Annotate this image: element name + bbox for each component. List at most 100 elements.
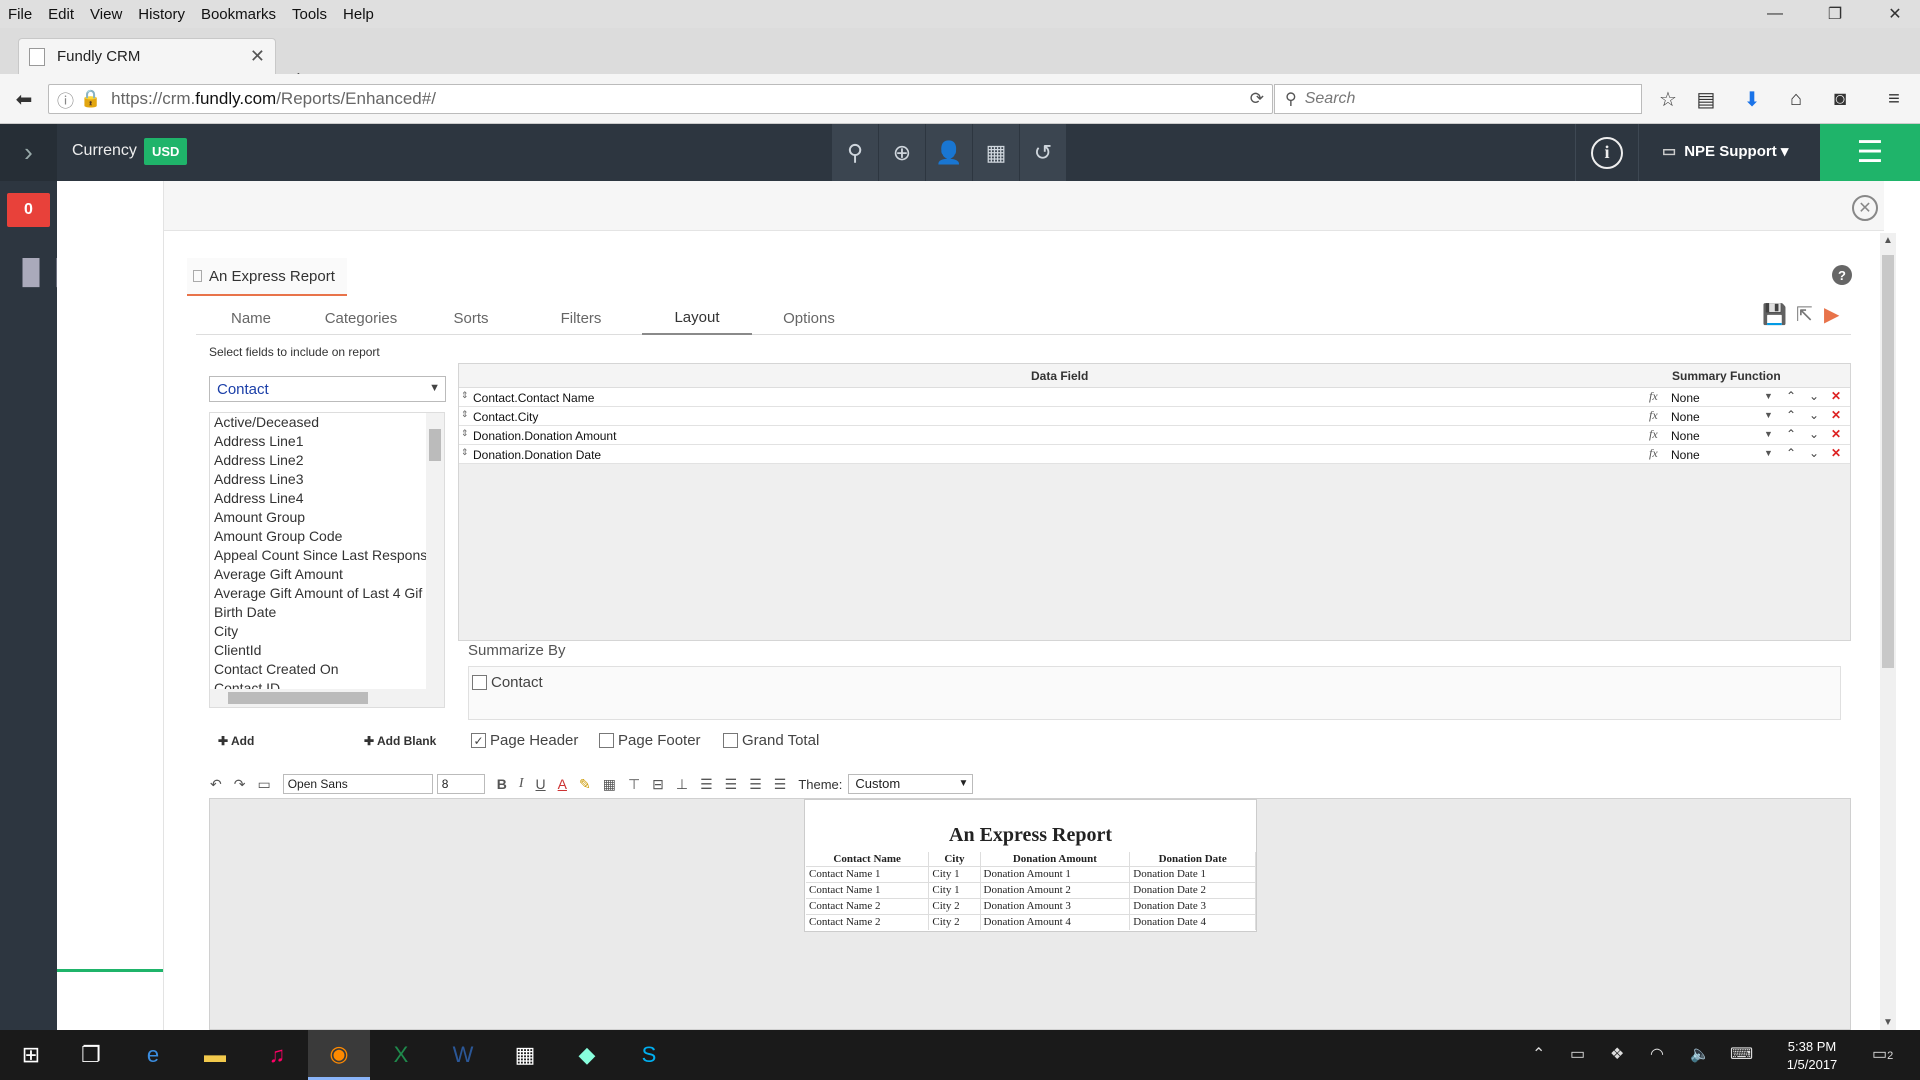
- list-item[interactable]: City: [210, 622, 428, 641]
- history-icon[interactable]: ↺: [1020, 124, 1067, 181]
- formula-icon[interactable]: fx: [1649, 389, 1658, 404]
- menu-edit[interactable]: Edit: [40, 6, 82, 23]
- list-item[interactable]: Average Gift Amount: [210, 565, 428, 584]
- justify-icon[interactable]: ☰: [774, 776, 787, 793]
- delete-icon[interactable]: ✕: [1831, 446, 1841, 460]
- drag-handle-icon[interactable]: ⇕: [461, 428, 469, 439]
- user-menu[interactable]: ▭ NPE Support ▾: [1662, 142, 1788, 160]
- summary-select[interactable]: None: [1671, 391, 1700, 405]
- home-icon[interactable]: ⌂: [1780, 83, 1812, 115]
- sticky-app-icon[interactable]: ◆: [556, 1030, 618, 1080]
- layout-icon[interactable]: ▭: [257, 776, 270, 793]
- move-up-icon[interactable]: ⌃: [1786, 427, 1796, 441]
- delete-icon[interactable]: ✕: [1831, 408, 1841, 422]
- drag-handle-icon[interactable]: ⇕: [461, 409, 469, 420]
- page-footer-checkbox[interactable]: Page Footer: [599, 732, 701, 749]
- bookmark-star-icon[interactable]: ☆: [1652, 83, 1684, 115]
- user-icon[interactable]: 👤: [926, 124, 973, 181]
- table-row[interactable]: ⇕ Contact.City fx None ▼ ⌃ ⌄ ✕: [459, 407, 1850, 426]
- tab-name[interactable]: Name: [196, 302, 306, 335]
- file-explorer-icon[interactable]: ▬: [184, 1030, 246, 1080]
- field-list[interactable]: Active/Deceased Address Line1 Address Li…: [209, 412, 445, 708]
- underline-icon[interactable]: U: [536, 776, 546, 792]
- word-icon[interactable]: W: [432, 1030, 494, 1080]
- list-item[interactable]: Amount Group: [210, 508, 428, 527]
- restore-button[interactable]: ❐: [1812, 0, 1858, 28]
- start-icon[interactable]: ⊞: [0, 1030, 62, 1080]
- menu-tools[interactable]: Tools: [284, 6, 335, 23]
- close-dialog-icon[interactable]: ✕: [1852, 195, 1878, 221]
- list-item[interactable]: ClientId: [210, 641, 428, 660]
- tab-categories[interactable]: Categories: [306, 302, 416, 335]
- field-group-select[interactable]: Contact ▼: [209, 376, 446, 402]
- browser-tab[interactable]: Fundly CRM ✕: [18, 38, 276, 74]
- export-icon[interactable]: ⇱: [1796, 302, 1813, 327]
- table-row[interactable]: ⇕ Donation.Donation Date fx None ▼ ⌃ ⌄ ✕: [459, 445, 1850, 464]
- tab-options[interactable]: Options: [754, 302, 864, 335]
- pocket-icon[interactable]: ◙: [1824, 83, 1856, 115]
- summary-select[interactable]: None: [1671, 429, 1700, 443]
- battery-icon[interactable]: ▭: [1570, 1044, 1585, 1064]
- reload-icon[interactable]: ⟳: [1250, 89, 1264, 109]
- hamburger-menu-icon[interactable]: ☰: [1820, 124, 1920, 181]
- drag-handle-icon[interactable]: ⇕: [461, 390, 469, 401]
- grand-total-checkbox[interactable]: Grand Total: [723, 732, 819, 749]
- skype-icon[interactable]: S: [618, 1030, 680, 1080]
- reading-list-icon[interactable]: ▤: [1690, 83, 1722, 115]
- report-preview-canvas[interactable]: An Express Report Contact Name City Dona…: [209, 798, 1851, 1030]
- delete-icon[interactable]: ✕: [1831, 389, 1841, 403]
- scroll-up-icon[interactable]: ▲: [1883, 235, 1893, 246]
- move-down-icon[interactable]: ⌄: [1809, 446, 1819, 460]
- align-center-icon[interactable]: ☰: [725, 776, 738, 793]
- move-up-icon[interactable]: ⌃: [1786, 446, 1796, 460]
- theme-select[interactable]: Custom ▼: [848, 774, 974, 794]
- menu-bookmarks[interactable]: Bookmarks: [193, 6, 284, 23]
- redo-icon[interactable]: ↷: [234, 776, 246, 793]
- dropbox-icon[interactable]: ❖: [1610, 1044, 1624, 1064]
- menu-history[interactable]: History: [130, 6, 193, 23]
- back-icon[interactable]: ⬅: [8, 83, 40, 115]
- move-down-icon[interactable]: ⌄: [1809, 408, 1819, 422]
- delete-icon[interactable]: ✕: [1831, 427, 1841, 441]
- batch-icon[interactable]: ▦: [973, 124, 1020, 181]
- scroll-down-icon[interactable]: ▼: [1883, 1017, 1893, 1028]
- window-close-button[interactable]: ✕: [1872, 0, 1918, 28]
- font-color-icon[interactable]: A: [558, 776, 567, 792]
- list-item[interactable]: Address Line1: [210, 432, 428, 451]
- info-icon[interactable]: ⓘ: [57, 87, 74, 112]
- list-item[interactable]: Address Line4: [210, 489, 428, 508]
- wifi-icon[interactable]: ◠: [1650, 1044, 1664, 1064]
- borders-icon[interactable]: ▦: [603, 776, 616, 793]
- list-item[interactable]: Address Line2: [210, 451, 428, 470]
- move-up-icon[interactable]: ⌃: [1786, 408, 1796, 422]
- list-item[interactable]: Active/Deceased: [210, 413, 428, 432]
- italic-icon[interactable]: I: [519, 776, 524, 792]
- search-icon[interactable]: ⚲: [832, 124, 879, 181]
- tab-sorts[interactable]: Sorts: [416, 302, 526, 335]
- task-view-icon[interactable]: ❐: [60, 1030, 122, 1080]
- summary-select[interactable]: None: [1671, 448, 1700, 462]
- move-down-icon[interactable]: ⌄: [1809, 427, 1819, 441]
- add-button[interactable]: ✚ Add: [218, 734, 254, 748]
- expand-nav-icon[interactable]: ›: [0, 124, 57, 181]
- menu-file[interactable]: File: [0, 6, 40, 23]
- align-middle-icon[interactable]: ⊟: [652, 776, 664, 793]
- drag-handle-icon[interactable]: ⇕: [461, 447, 469, 458]
- align-right-icon[interactable]: ☰: [749, 776, 762, 793]
- page-header-checkbox[interactable]: ✓ Page Header: [471, 732, 578, 749]
- list-vscroll[interactable]: [426, 413, 444, 691]
- run-icon[interactable]: ▶: [1824, 302, 1839, 327]
- formula-icon[interactable]: fx: [1649, 427, 1658, 442]
- edge-icon[interactable]: e: [122, 1030, 184, 1080]
- table-row[interactable]: ⇕ Contact.Contact Name fx None ▼ ⌃ ⌄ ✕: [459, 388, 1850, 407]
- table-row[interactable]: ⇕ Donation.Donation Amount fx None ▼ ⌃ ⌄…: [459, 426, 1850, 445]
- align-top-icon[interactable]: ⊤: [628, 776, 640, 793]
- tab-filters[interactable]: Filters: [526, 302, 636, 335]
- taskbar-clock[interactable]: 5:38 PM 1/5/2017: [1772, 1038, 1852, 1074]
- scroll-thumb[interactable]: [228, 692, 368, 704]
- move-up-icon[interactable]: ⌃: [1786, 389, 1796, 403]
- list-item[interactable]: Address Line3: [210, 470, 428, 489]
- page-scrollbar[interactable]: ▲ ▼: [1880, 233, 1896, 1030]
- font-size-select[interactable]: 8: [436, 774, 485, 794]
- add-icon[interactable]: ⊕: [879, 124, 926, 181]
